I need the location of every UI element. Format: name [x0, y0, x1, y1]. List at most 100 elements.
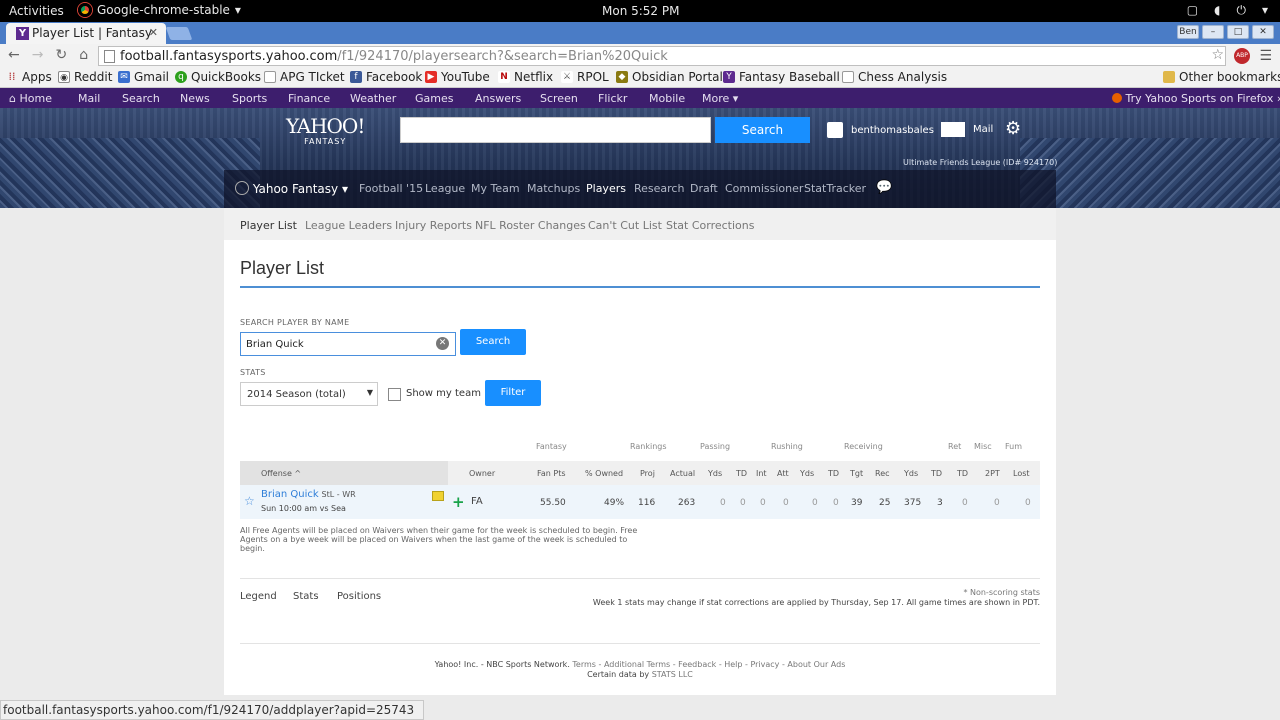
- subnav-league-leaders[interactable]: League Leaders: [305, 219, 392, 232]
- subnav-nfl-roster-changes[interactable]: NFL Roster Changes: [475, 219, 586, 232]
- bookmark-reddit[interactable]: ◉ Reddit: [58, 70, 112, 84]
- subnav-cant-cut-list[interactable]: Can't Cut List: [588, 219, 662, 232]
- new-tab-button[interactable]: [165, 27, 193, 40]
- bookmark-quickbooks[interactable]: q QuickBooks: [175, 70, 261, 84]
- forward-icon[interactable]: →: [32, 47, 44, 63]
- fnav-draft[interactable]: Draft: [690, 182, 718, 195]
- activities-button[interactable]: Activities: [9, 4, 64, 18]
- subnav-stat-corrections[interactable]: Stat Corrections: [666, 219, 754, 232]
- ynav-mobile[interactable]: Mobile: [649, 92, 685, 105]
- subnav-player-list[interactable]: Player List: [240, 219, 297, 232]
- ynav-more[interactable]: More ▾: [702, 92, 738, 105]
- bookmark-netflix[interactable]: N Netflix: [498, 70, 553, 84]
- bookmark-gmail[interactable]: ✉ Gmail: [118, 70, 169, 84]
- player-search-button[interactable]: Search: [460, 329, 526, 355]
- reload-icon[interactable]: ↻: [55, 47, 67, 63]
- ynav-screen[interactable]: Screen: [540, 92, 578, 105]
- ynav-finance[interactable]: Finance: [288, 92, 330, 105]
- tab-positions[interactable]: Positions: [337, 591, 381, 602]
- header-search-button[interactable]: Search: [715, 117, 810, 143]
- col-owner[interactable]: Owner: [469, 469, 495, 478]
- col-actual[interactable]: Actual: [670, 469, 695, 478]
- back-icon[interactable]: ←: [8, 47, 20, 63]
- show-my-team-checkbox[interactable]: [388, 388, 401, 401]
- stats-select[interactable]: 2014 Season (total) ▼: [240, 382, 378, 406]
- home-icon[interactable]: ⌂: [79, 47, 88, 63]
- fnav-research[interactable]: Research: [634, 182, 684, 195]
- close-tab-icon[interactable]: ✕: [149, 26, 158, 39]
- fnav-commissioner[interactable]: Commissioner: [725, 182, 803, 195]
- ynav-news[interactable]: News: [180, 92, 210, 105]
- bookmark-apg[interactable]: APG TIcket: [264, 70, 345, 84]
- fnav-players[interactable]: Players: [586, 182, 626, 195]
- ynav-games[interactable]: Games: [415, 92, 453, 105]
- col-fan-pts[interactable]: Fan Pts: [537, 469, 566, 478]
- subnav-injury-reports[interactable]: Injury Reports: [395, 219, 472, 232]
- fnav-matchups[interactable]: Matchups: [527, 182, 580, 195]
- ynav-search[interactable]: Search: [122, 92, 160, 105]
- chat-icon[interactable]: 💬: [876, 180, 892, 195]
- ynav-answers[interactable]: Answers: [475, 92, 521, 105]
- fnav-football-15[interactable]: Football '15: [359, 182, 423, 195]
- bookmark-chess[interactable]: Chess Analysis: [842, 70, 947, 84]
- ynav-sports[interactable]: Sports: [232, 92, 267, 105]
- header-search-input[interactable]: [400, 117, 711, 143]
- chrome-menu-icon[interactable]: ☰: [1259, 48, 1272, 64]
- bookmark-star-icon[interactable]: ☆: [1211, 47, 1224, 63]
- col-ret-td[interactable]: TD: [957, 469, 968, 478]
- bookmark-obsidian[interactable]: ◆ Obsidian Portal: [616, 70, 723, 84]
- adblock-icon[interactable]: ABP: [1234, 48, 1250, 64]
- fnav-my-team[interactable]: My Team: [471, 182, 520, 195]
- col-rush-yds[interactable]: Yds: [800, 469, 814, 478]
- filter-button[interactable]: Filter: [485, 380, 541, 406]
- col-pct-owned[interactable]: % Owned: [585, 469, 623, 478]
- fnav-stattracker[interactable]: StatTracker: [804, 182, 866, 195]
- col-rec[interactable]: Rec: [875, 469, 890, 478]
- col-pass-td[interactable]: TD: [736, 469, 747, 478]
- bookmark-youtube[interactable]: ▶ YouTube: [425, 70, 490, 84]
- bookmark-other[interactable]: Other bookmarks: [1163, 70, 1280, 84]
- show-my-team-label[interactable]: Show my team: [406, 388, 481, 399]
- col-2pt[interactable]: 2PT: [985, 469, 1000, 478]
- clear-search-icon[interactable]: ✕: [436, 337, 449, 350]
- col-rec-td[interactable]: TD: [931, 469, 942, 478]
- col-offense[interactable]: Offense ^: [261, 469, 301, 478]
- col-rush-att[interactable]: Att: [777, 469, 789, 478]
- bookmark-fantasy-baseball[interactable]: Y Fantasy Baseball: [723, 70, 840, 84]
- watch-star-icon[interactable]: ☆: [244, 494, 255, 508]
- yahoo-fantasy-logo[interactable]: YAHOO! FANTASY: [286, 116, 365, 146]
- col-proj[interactable]: Proj: [640, 469, 655, 478]
- bookmark-apps[interactable]: ⁞⁞ Apps: [6, 70, 52, 84]
- bookmark-rpol[interactable]: ⚔ RPOL: [561, 70, 609, 84]
- col-tgt[interactable]: Tgt: [850, 469, 863, 478]
- footer-links[interactable]: Terms - Additional Terms - Feedback - He…: [572, 660, 845, 669]
- fnav-league[interactable]: League: [425, 182, 465, 195]
- player-note-icon[interactable]: [432, 491, 444, 501]
- col-int[interactable]: Int: [756, 469, 767, 478]
- ynav-flickr[interactable]: Flickr: [598, 92, 627, 105]
- maximize-icon[interactable]: □: [1227, 25, 1249, 39]
- bookmark-facebook[interactable]: f Facebook: [350, 70, 422, 84]
- profile-badge[interactable]: Ben: [1177, 25, 1199, 39]
- player-search-input[interactable]: Brian Quick ✕: [240, 332, 456, 356]
- mail-link[interactable]: Mail: [941, 122, 993, 137]
- player-name-link[interactable]: Brian Quick: [261, 489, 319, 500]
- system-tray[interactable]: ▢ ◖ ⏻ ▾: [1187, 3, 1268, 18]
- col-rec-yds[interactable]: Yds: [904, 469, 918, 478]
- league-name[interactable]: Ultimate Friends League (ID# 924170): [903, 158, 1057, 167]
- tab-stats[interactable]: Stats: [293, 591, 319, 602]
- col-lost[interactable]: Lost: [1013, 469, 1030, 478]
- clock[interactable]: Mon 5:52 PM: [602, 4, 679, 18]
- close-window-icon[interactable]: ✕: [1252, 25, 1274, 39]
- app-menu[interactable]: Google-chrome-stable ▾: [78, 3, 241, 17]
- ynav-home[interactable]: ⌂ Home: [9, 92, 52, 105]
- user-menu[interactable]: benthomasbales: [827, 122, 934, 138]
- gear-icon[interactable]: ⚙: [1005, 118, 1021, 139]
- add-player-button[interactable]: +: [452, 493, 465, 511]
- ynav-weather[interactable]: Weather: [350, 92, 396, 105]
- col-pass-yds[interactable]: Yds: [708, 469, 722, 478]
- browser-tab[interactable]: Y Player List | Fantasy ✕: [6, 23, 166, 44]
- stats-llc-link[interactable]: STATS LLC: [652, 670, 693, 679]
- col-rush-td[interactable]: TD: [828, 469, 839, 478]
- firefox-promo-link[interactable]: Try Yahoo Sports on Firefox »: [1112, 92, 1280, 105]
